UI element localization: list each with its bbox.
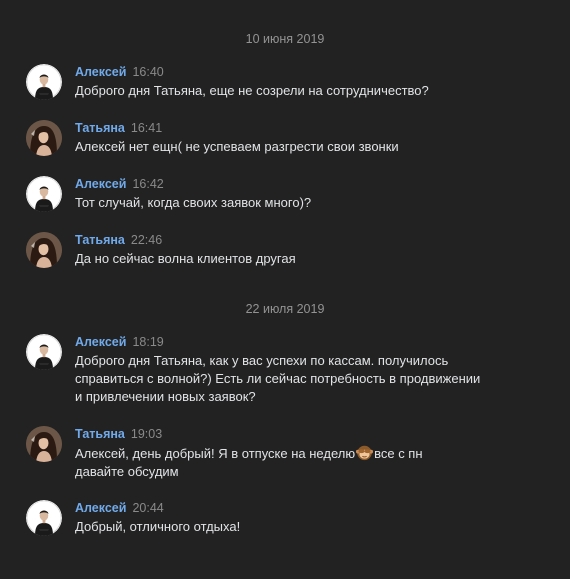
author-name[interactable]: Алексей — [75, 335, 126, 349]
avatar[interactable] — [26, 232, 62, 268]
message-item: Алексей 20:44 Добрый, отличного отдыха! — [26, 500, 546, 536]
message-text: Доброго дня Татьяна, еще не созрели на с… — [75, 82, 515, 100]
message-line: Доброго дня Татьяна, как у вас успехи по… — [75, 353, 449, 368]
avatar[interactable] — [26, 500, 62, 536]
message-time[interactable]: 19:03 — [131, 427, 162, 441]
message-text-part: все с пн — [374, 446, 423, 461]
message-text: Доброго дня Татьяна, как у вас успехи по… — [75, 352, 515, 406]
author-name[interactable]: Татьяна — [75, 121, 125, 135]
message-text: Да но сейчас волна клиентов другая — [75, 250, 515, 268]
message-line: давайте обсудим — [75, 464, 179, 479]
message-text: Добрый, отличного отдыха! — [75, 518, 515, 536]
author-name[interactable]: Алексей — [75, 177, 126, 191]
author-name[interactable]: Татьяна — [75, 233, 125, 247]
message-item: Татьяна 22:46 Да но сейчас волна клиентов… — [26, 232, 546, 268]
message-meta: Алексей 16:42 — [75, 176, 164, 192]
message-line: Алексей, день добрый! Я в отпуске на нед… — [75, 444, 515, 463]
message-line: Доброго дня Татьяна, еще не созрели на с… — [75, 83, 429, 98]
message-item: Татьяна 16:41 Алексей нет ещн( не успевае… — [26, 120, 546, 156]
message-meta: Татьяна 22:46 — [75, 232, 162, 248]
date-separator: 10 июня 2019 — [245, 32, 325, 46]
message-item: Алексей 18:19 Доброго дня Татьяна, как у … — [26, 334, 546, 406]
author-name[interactable]: Татьяна — [75, 427, 125, 441]
message-time[interactable]: 16:42 — [132, 177, 163, 191]
message-time[interactable]: 16:41 — [131, 121, 162, 135]
message-item: Алексей 16:42 Тот случай, когда своих зая… — [26, 176, 546, 212]
message-line: и привлечении новых заявок? — [75, 389, 256, 404]
message-line: Добрый, отличного отдыха! — [75, 519, 241, 534]
message-text-part: Алексей, день добрый! Я в отпуске на нед… — [75, 446, 356, 461]
message-meta: Алексей 20:44 — [75, 500, 164, 516]
message-meta: Татьяна 16:41 — [75, 120, 162, 136]
message-line: Да но сейчас волна клиентов другая — [75, 251, 296, 266]
avatar[interactable] — [26, 120, 62, 156]
message-line: справиться с волной?) Есть ли сейчас пот… — [75, 371, 481, 386]
chat-history: 10 июня 2019 Алексей 16:40 Доброго дня Та… — [0, 0, 570, 579]
message-meta: Алексей 16:40 — [75, 64, 164, 80]
message-time[interactable]: 16:40 — [132, 65, 163, 79]
message-time[interactable]: 22:46 — [131, 233, 162, 247]
avatar[interactable] — [26, 176, 62, 212]
author-name[interactable]: Алексей — [75, 65, 126, 79]
message-line: Тот случай, когда своих заявок много)? — [75, 195, 312, 210]
message-time[interactable]: 20:44 — [132, 501, 163, 515]
avatar[interactable] — [26, 334, 62, 370]
author-name[interactable]: Алексей — [75, 501, 126, 515]
message-meta: Татьяна 19:03 — [75, 426, 162, 442]
avatar[interactable] — [26, 64, 62, 100]
message-time[interactable]: 18:19 — [132, 335, 163, 349]
message-text: Алексей, день добрый! Я в отпуске на нед… — [75, 444, 515, 481]
message-meta: Алексей 18:19 — [75, 334, 164, 350]
date-separator: 22 июля 2019 — [245, 302, 325, 316]
message-text: Тот случай, когда своих заявок много)? — [75, 194, 515, 212]
message-item: Алексей 16:40 Доброго дня Татьяна, еще не… — [26, 64, 546, 100]
message-text: Алексей нет ещн( не успеваем разгрести с… — [75, 138, 515, 156]
avatar[interactable] — [26, 426, 62, 462]
see-no-evil-monkey-emoji — [356, 444, 373, 461]
message-item: Татьяна 19:03 Алексей, день добрый! Я в о… — [26, 426, 546, 480]
message-line: Алексей нет ещн( не успеваем разгрести с… — [75, 139, 399, 154]
